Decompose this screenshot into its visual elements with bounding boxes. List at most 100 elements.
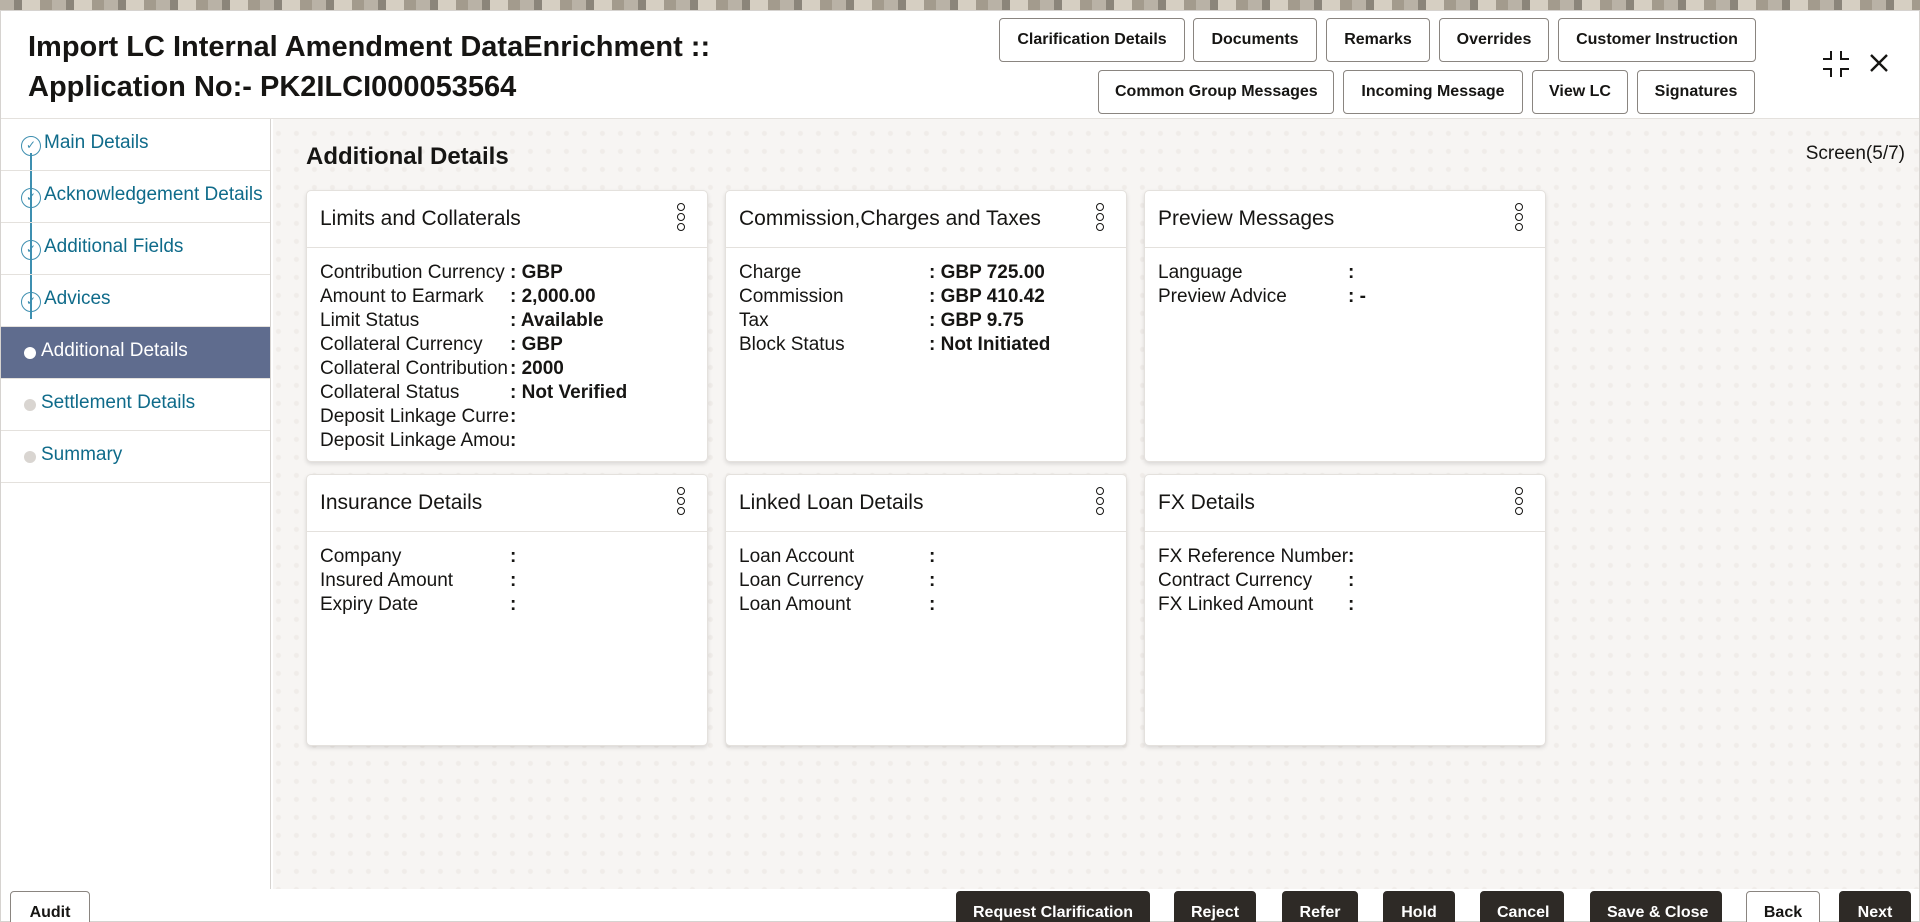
card-commission-charges-taxes: Commission,Charges and Taxes Charge: GBP… bbox=[725, 190, 1127, 462]
audit-button[interactable]: Audit bbox=[10, 891, 90, 922]
view-lc-button[interactable]: View LC bbox=[1532, 70, 1628, 114]
card-title: Insurance Details bbox=[320, 491, 483, 514]
page-title-line1: Import LC Internal Amendment DataEnrichm… bbox=[28, 31, 711, 63]
sidebar-item-additional-details[interactable]: Additional Details bbox=[1, 327, 270, 379]
hold-button[interactable]: Hold bbox=[1383, 891, 1455, 922]
sidebar-item-settlement-details[interactable]: Settlement Details bbox=[1, 379, 270, 431]
field-label: Collateral Status bbox=[320, 382, 460, 403]
main-content: Additional Details Screen(5/7) Limits an… bbox=[273, 119, 1919, 889]
pending-step-icon bbox=[24, 399, 36, 411]
card-title: Preview Messages bbox=[1158, 207, 1335, 230]
field-row: FX Reference Number: bbox=[1158, 546, 1545, 570]
field-row: Insured Amount: bbox=[320, 570, 707, 594]
close-icon[interactable] bbox=[1867, 51, 1891, 82]
field-row: Collateral Contribution: 2000 bbox=[320, 358, 707, 382]
field-value: : 2000 bbox=[510, 358, 564, 379]
field-row: Amount to Earmark: 2,000.00 bbox=[320, 286, 707, 310]
current-step-icon bbox=[24, 347, 36, 359]
field-value: : bbox=[1348, 262, 1355, 283]
remarks-button[interactable]: Remarks bbox=[1326, 18, 1430, 62]
field-label: Company bbox=[320, 546, 402, 567]
next-button[interactable]: Next bbox=[1839, 891, 1911, 922]
field-row: Expiry Date: bbox=[320, 594, 707, 618]
card-title: Commission,Charges and Taxes bbox=[739, 207, 1041, 230]
field-label: FX Reference Number bbox=[1158, 546, 1348, 567]
field-value: : Not Initiated bbox=[929, 334, 1051, 355]
card-fx-details: FX Details FX Reference Number: Contract… bbox=[1144, 474, 1546, 746]
request-clarification-button[interactable]: Request Clarification bbox=[956, 891, 1150, 922]
sidebar-item-label: Acknowledgement Details bbox=[44, 184, 263, 205]
field-row: Company: bbox=[320, 546, 707, 570]
check-icon: ✓ bbox=[21, 240, 41, 260]
field-label: Collateral Contribution bbox=[320, 358, 508, 379]
field-value: : bbox=[510, 406, 517, 427]
more-options-icon[interactable] bbox=[1094, 203, 1106, 235]
field-value: : Available bbox=[510, 310, 604, 331]
back-button[interactable]: Back bbox=[1746, 891, 1820, 922]
check-icon: ✓ bbox=[21, 136, 41, 156]
field-value: : bbox=[929, 594, 936, 615]
sidebar-item-additional-fields[interactable]: ✓ Additional Fields bbox=[1, 223, 270, 275]
field-value: : bbox=[1348, 570, 1355, 591]
sidebar-item-advices[interactable]: ✓ Advices bbox=[1, 275, 270, 327]
field-row: Contract Currency: bbox=[1158, 570, 1545, 594]
field-label: Commission bbox=[739, 286, 844, 307]
field-value: : Not Verified bbox=[510, 382, 628, 403]
more-options-icon[interactable] bbox=[1513, 203, 1525, 235]
sidebar-item-label: Additional Fields bbox=[44, 236, 184, 257]
signatures-button[interactable]: Signatures bbox=[1637, 70, 1755, 114]
field-label: Limit Status bbox=[320, 310, 420, 331]
common-group-messages-button[interactable]: Common Group Messages bbox=[1098, 70, 1334, 114]
overrides-button[interactable]: Overrides bbox=[1439, 18, 1549, 62]
card-title: Limits and Collaterals bbox=[320, 207, 521, 230]
field-label: Language bbox=[1158, 262, 1243, 283]
more-options-icon[interactable] bbox=[1513, 487, 1525, 519]
field-value: : GBP 9.75 bbox=[929, 310, 1024, 331]
more-options-icon[interactable] bbox=[1094, 487, 1106, 519]
field-label: Preview Advice bbox=[1158, 286, 1287, 307]
field-value: : GBP bbox=[510, 262, 563, 283]
field-value: : GBP 410.42 bbox=[929, 286, 1045, 307]
field-label: Insured Amount bbox=[320, 570, 454, 591]
sidebar-item-label: Advices bbox=[44, 288, 111, 309]
field-label: Loan Amount bbox=[739, 594, 851, 615]
card-limits-and-collaterals: Limits and Collaterals Contribution Curr… bbox=[306, 190, 708, 462]
reject-button[interactable]: Reject bbox=[1174, 891, 1256, 922]
field-row: Charge: GBP 725.00 bbox=[739, 262, 1126, 286]
compress-icon[interactable] bbox=[1821, 49, 1851, 86]
sidebar-item-label: Additional Details bbox=[41, 340, 188, 361]
field-value: : bbox=[510, 430, 517, 451]
card-insurance-details: Insurance Details Company: Insured Amoun… bbox=[306, 474, 708, 746]
incoming-message-button[interactable]: Incoming Message bbox=[1343, 70, 1523, 114]
field-row: Deposit Linkage Amount: bbox=[320, 430, 707, 454]
field-value: : bbox=[510, 594, 517, 615]
field-label: Collateral Currency bbox=[320, 334, 483, 355]
sidebar-item-acknowledgement-details[interactable]: ✓ Acknowledgement Details bbox=[1, 171, 270, 223]
documents-button[interactable]: Documents bbox=[1193, 18, 1317, 62]
save-and-close-button[interactable]: Save & Close bbox=[1590, 891, 1722, 922]
field-label: Contract Currency bbox=[1158, 570, 1313, 591]
footer-toolbar: Audit Request Clarification Reject Refer… bbox=[1, 879, 1919, 922]
check-icon: ✓ bbox=[21, 188, 41, 208]
field-row: Contribution Currency: GBP bbox=[320, 262, 707, 286]
sidebar-item-main-details[interactable]: ✓ Main Details bbox=[1, 119, 270, 171]
cancel-button[interactable]: Cancel bbox=[1480, 891, 1564, 922]
customer-instruction-button[interactable]: Customer Instruction bbox=[1558, 18, 1756, 62]
field-label: Charge bbox=[739, 262, 802, 283]
field-row: FX Linked Amount: bbox=[1158, 594, 1545, 618]
more-options-icon[interactable] bbox=[675, 203, 687, 235]
card-title: Linked Loan Details bbox=[739, 491, 924, 514]
field-label: Loan Account bbox=[739, 546, 855, 567]
check-icon: ✓ bbox=[21, 292, 41, 312]
clarification-details-button[interactable]: Clarification Details bbox=[999, 18, 1185, 62]
field-value: : - bbox=[1348, 286, 1366, 307]
more-options-icon[interactable] bbox=[675, 487, 687, 519]
field-value: : bbox=[929, 546, 936, 567]
refer-button[interactable]: Refer bbox=[1282, 891, 1358, 922]
sidebar-item-summary[interactable]: Summary bbox=[1, 431, 270, 483]
field-row: Commission : GBP 410.42 bbox=[739, 286, 1126, 310]
field-label: Contribution Currency bbox=[320, 262, 505, 283]
card-title: FX Details bbox=[1158, 491, 1255, 514]
field-row: Loan Currency: bbox=[739, 570, 1126, 594]
field-value: : bbox=[510, 546, 517, 567]
